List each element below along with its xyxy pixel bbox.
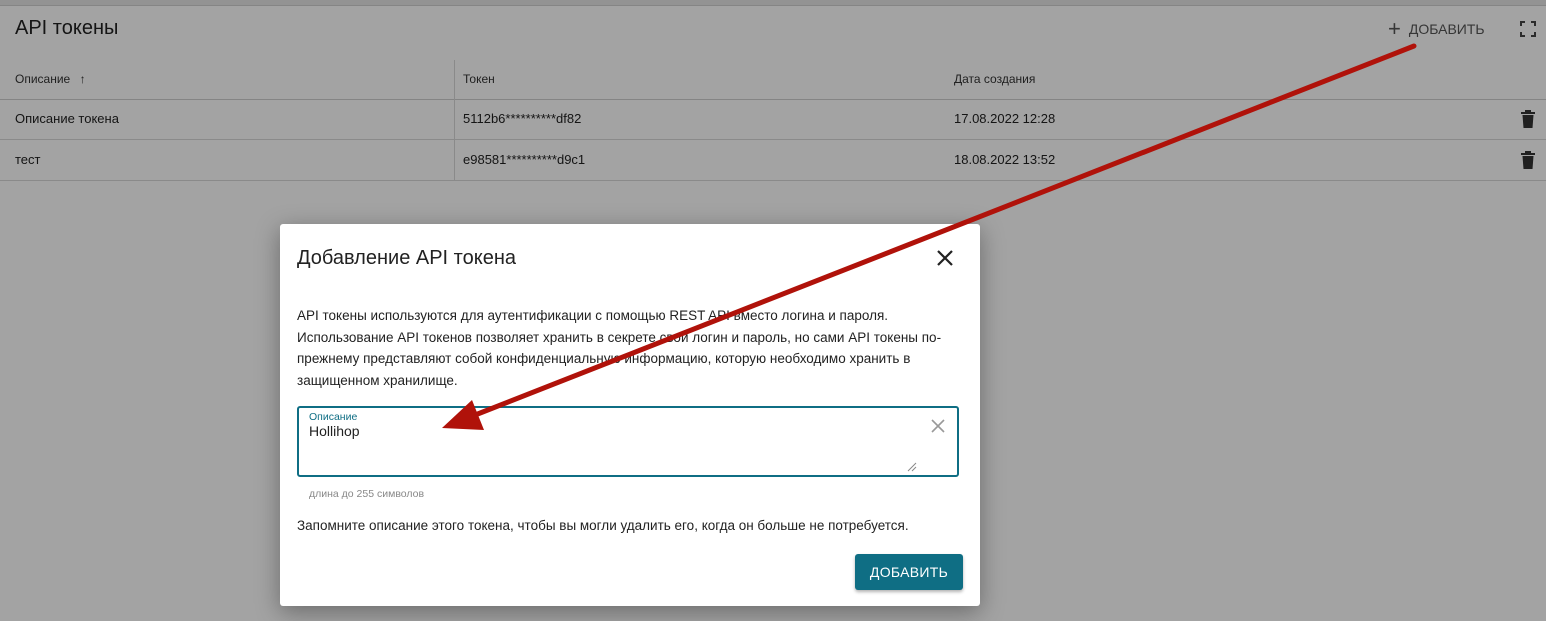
dialog-note: Запомните описание этого токена, чтобы в… (297, 518, 909, 533)
clear-icon[interactable] (930, 418, 946, 434)
dialog-title: Добавление API токена (297, 247, 516, 269)
add-token-dialog: Добавление API токена API токены использ… (280, 224, 980, 606)
description-field-label: Описание (309, 411, 358, 423)
description-input[interactable] (309, 423, 909, 463)
close-icon[interactable] (935, 248, 955, 268)
description-field[interactable]: Описание (297, 406, 959, 477)
resize-handle-icon[interactable] (907, 462, 917, 472)
submit-add-button[interactable]: ДОБАВИТЬ (855, 554, 963, 590)
field-hint: длина до 255 символов (309, 488, 425, 500)
dialog-description: API токены используются для аутентификац… (297, 308, 942, 388)
